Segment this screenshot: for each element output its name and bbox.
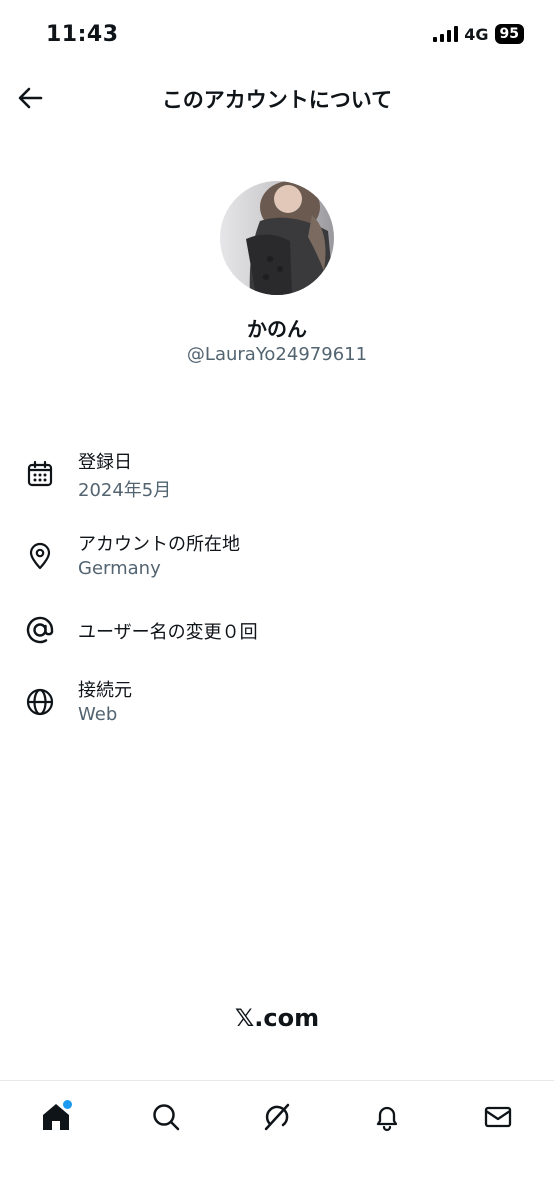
status-indicators: 4G 95 xyxy=(433,24,524,44)
display-name: かのん xyxy=(247,317,307,341)
bottom-nav xyxy=(0,1080,554,1200)
calendar-icon xyxy=(22,456,58,492)
nav-notifications[interactable] xyxy=(367,1097,407,1137)
nav-messages[interactable] xyxy=(478,1097,518,1137)
avatar-image xyxy=(220,181,334,295)
status-time: 11:43 xyxy=(46,22,119,47)
battery-level: 95 xyxy=(494,24,524,44)
mail-icon xyxy=(484,1106,512,1128)
header: このアカウントについて xyxy=(0,76,554,122)
location-pin-icon xyxy=(22,538,58,574)
nav-home[interactable] xyxy=(36,1097,76,1137)
joined-label: 登録日 xyxy=(78,452,132,473)
search-icon xyxy=(153,1104,180,1131)
signal-icon xyxy=(433,26,459,42)
nav-grok[interactable] xyxy=(257,1097,297,1137)
connected-via-row: 接続元 Web xyxy=(0,674,554,734)
page-title: このアカウントについて xyxy=(161,88,393,112)
location-label: アカウントの所在地 xyxy=(78,534,240,555)
x-com-brand: 𝕏.com xyxy=(234,1004,320,1032)
account-location-row: アカウントの所在地 Germany xyxy=(0,528,554,588)
home-notification-dot xyxy=(63,1100,72,1109)
joined-value: 2024年5月 xyxy=(78,480,172,501)
connected-via-label: 接続元 xyxy=(78,680,132,701)
joined-date-row: 登録日 2024年5月 xyxy=(0,446,554,506)
connected-via-value: Web xyxy=(78,704,118,725)
globe-icon xyxy=(22,684,58,720)
bell-icon xyxy=(376,1106,398,1132)
grok-icon xyxy=(264,1103,290,1131)
username-changes-row: ユーザー名の変更０回 xyxy=(0,610,554,650)
user-handle: @LauraYo24979611 xyxy=(186,344,368,365)
nav-search[interactable] xyxy=(146,1097,186,1137)
status-bar: 11:43 4G 95 xyxy=(0,0,554,70)
username-changes-label: ユーザー名の変更０回 xyxy=(78,622,258,643)
avatar[interactable] xyxy=(220,181,334,295)
at-sign-icon xyxy=(22,612,58,648)
network-type: 4G xyxy=(464,24,489,44)
location-value: Germany xyxy=(78,558,161,579)
